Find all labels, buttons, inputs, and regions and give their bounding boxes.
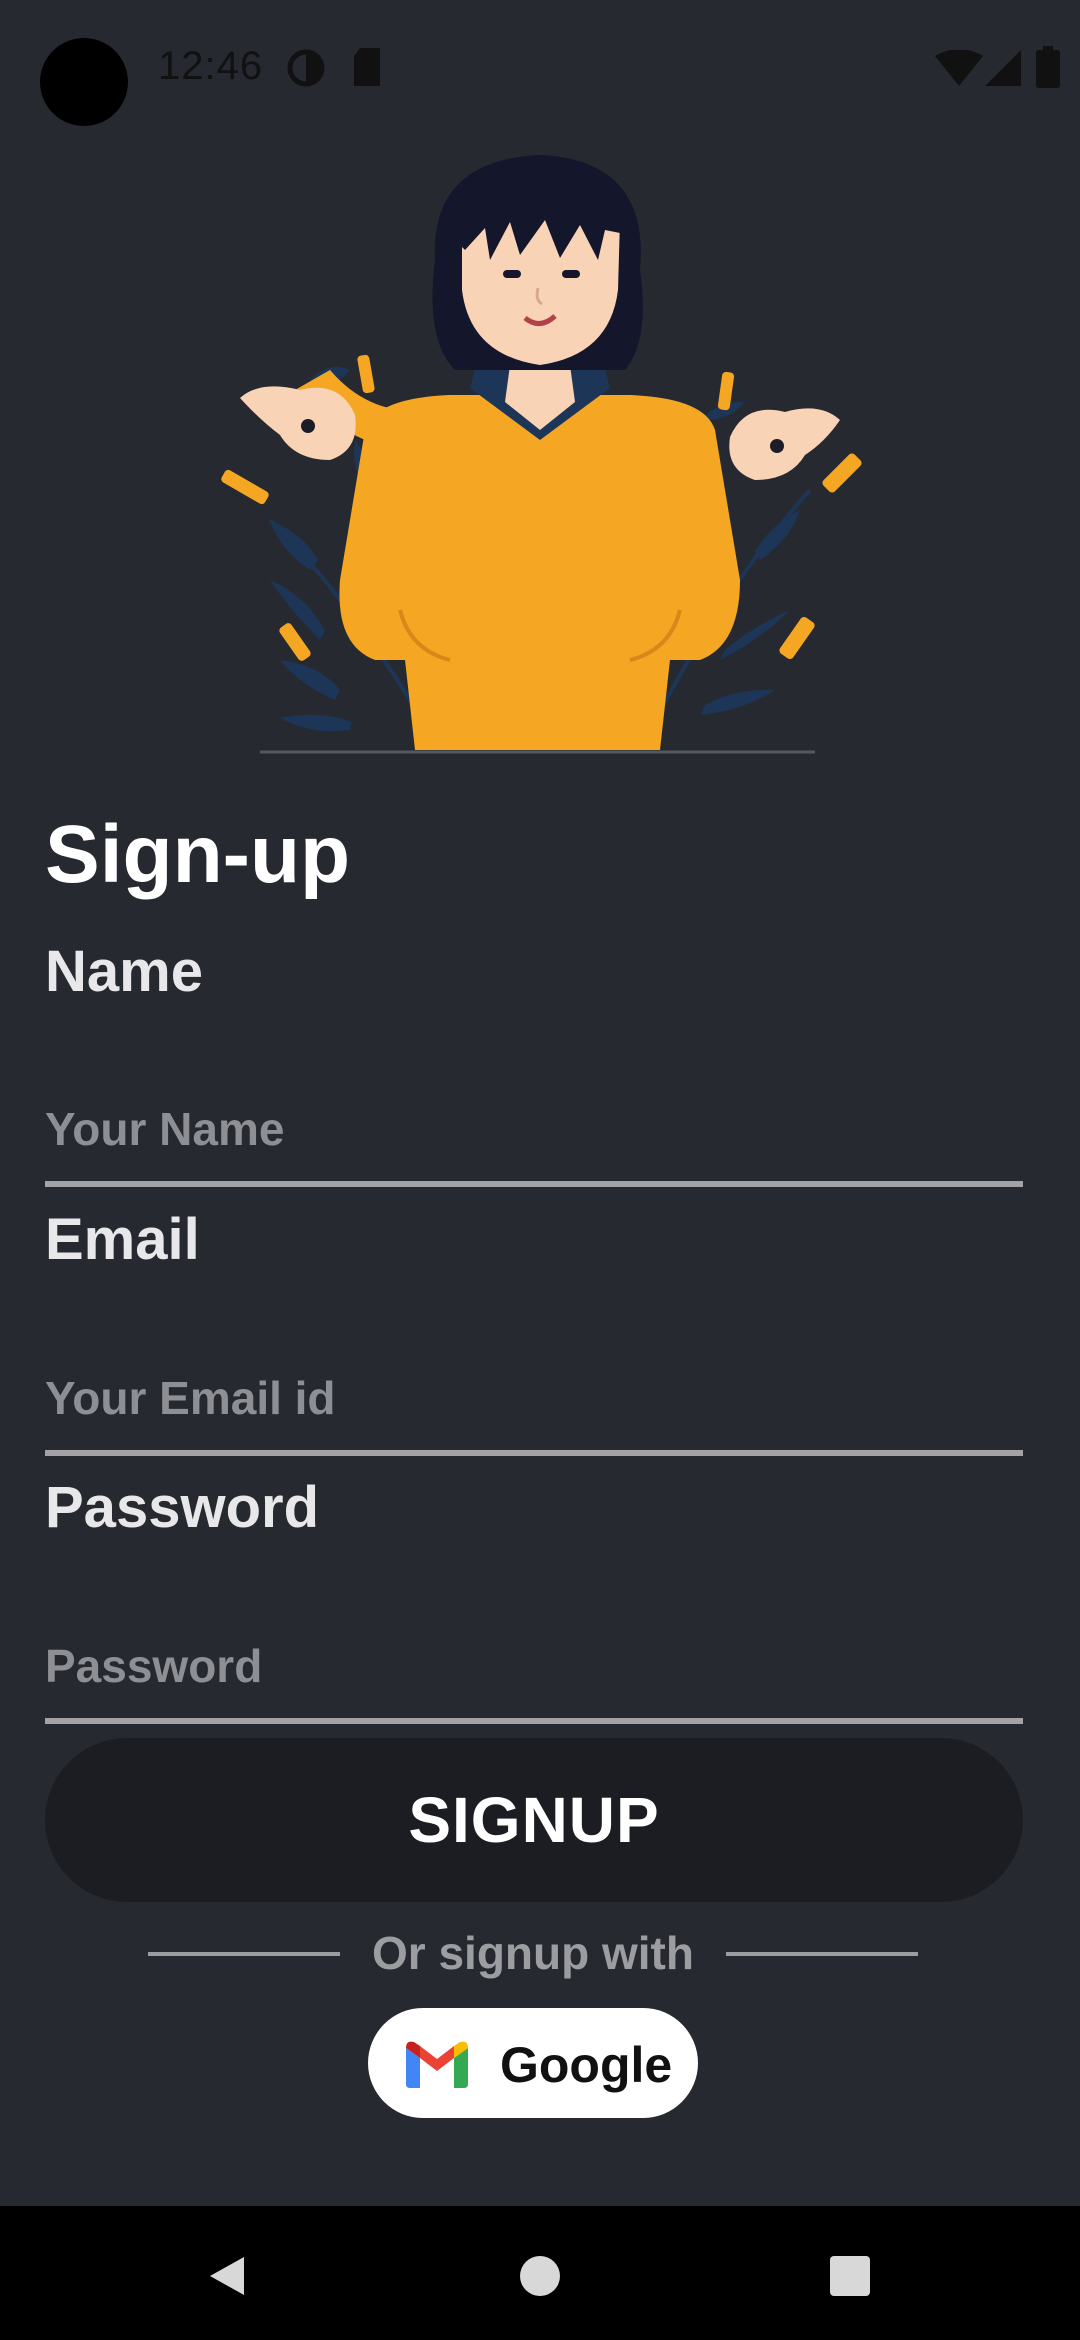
recents-button[interactable] (810, 2236, 890, 2316)
battery-icon (1036, 46, 1060, 88)
back-button[interactable] (187, 2236, 267, 2316)
signup-button[interactable]: SIGNUP (45, 1738, 1023, 1902)
name-input[interactable] (45, 1077, 1023, 1187)
sd-card-icon (354, 48, 380, 86)
password-label: Password (45, 1475, 319, 1540)
home-icon (520, 2256, 560, 2296)
google-signup-button[interactable]: Google (368, 2008, 698, 2118)
google-button-label: Google (500, 2037, 673, 2093)
recents-icon (830, 2256, 870, 2296)
signup-illustration (221, 155, 862, 754)
back-icon (210, 2257, 244, 2295)
status-time: 12:46 (158, 44, 264, 88)
signal-icon (985, 50, 1021, 86)
email-input[interactable] (45, 1346, 1023, 1456)
gmail-icon (406, 2041, 468, 2088)
home-button[interactable] (500, 2236, 580, 2316)
camera-cutout (40, 38, 128, 126)
system-navigation-bar (0, 2206, 1080, 2340)
page-title: Sign-up (45, 809, 351, 900)
wifi-icon (935, 50, 983, 86)
status-bar: 12:46 (0, 0, 1080, 140)
signup-screen: 12:46 Sign-up Name Your Name Email Your … (0, 0, 1080, 2340)
divider-line-right (726, 1952, 918, 1956)
email-label: Email (45, 1207, 200, 1272)
name-label: Name (45, 939, 203, 1004)
password-input[interactable] (45, 1614, 1023, 1724)
signup-divider: Or signup with (148, 1922, 918, 1986)
data-saver-icon (287, 49, 325, 87)
